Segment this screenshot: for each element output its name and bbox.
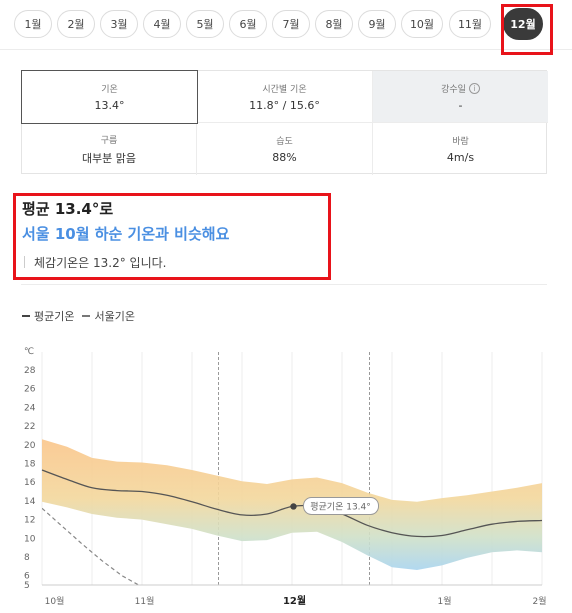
divider [21,284,547,285]
x-tick-label: 10월 [45,595,65,607]
y-tick-label: 26 [24,385,36,395]
x-tick-label: 11월 [135,595,155,607]
weather-stats-grid: 기온 13.4° 시간별 기온 11.8° / 15.6° 강수일 i - 구름… [21,70,548,175]
tab-month-9[interactable]: 9월 [358,10,396,38]
legend-dashed-line-icon [82,315,91,317]
info-icon[interactable]: i [468,82,480,94]
tab-month-5[interactable]: 5월 [186,10,224,38]
y-unit-label: ℃ [24,347,34,357]
y-tick-label: 28 [24,366,36,376]
chart-legend: 평균기온 서울기온 [22,308,135,324]
stat-label-hourly: 시간별 기온 [262,84,307,95]
stat-label-wind: 바람 [452,137,469,147]
legend-avg: 평균기온 [22,308,74,324]
tab-month-6[interactable]: 6월 [229,10,267,38]
stat-label-temperature: 기온 [101,85,118,95]
y-tick-label: 8 [24,553,30,563]
stat-label-rain-text: 강수일 [441,84,466,95]
stat-value-wind: 4m/s [446,151,475,164]
stat-cloud: 구름 대부분 맑음 [22,123,197,175]
legend-seoul-label: 서울기온 [94,310,135,323]
month-tab-bar: 1월 2월 3월 4월 5월 6월 7월 8월 9월 10월 11월 12월 [0,0,572,50]
highlight-summary [13,193,331,280]
tab-month-1[interactable]: 1월 [14,10,52,38]
stat-temperature[interactable]: 기온 13.4° [21,70,198,124]
y-tick-label: 5 [24,581,30,591]
stat-label-humidity: 습도 [276,137,293,147]
legend-solid-line-icon [22,315,30,317]
temperature-chart: 56 8 10 12 14 16 18 20 22 24 26 28 ℃ 10월 11월 12월 1월 2월 평균… [24,347,547,607]
tab-month-4[interactable]: 4월 [143,10,181,38]
x-tick-label: 1월 [437,595,451,607]
tab-month-10[interactable]: 10월 [401,10,443,38]
tab-month-7[interactable]: 7월 [272,10,310,38]
stat-label-rain: 강수일 i [441,82,480,95]
stat-value-hourly: 11.8° / 15.6° [249,98,320,112]
annotation-point [290,503,297,510]
stat-value-rain: - [458,98,463,112]
stat-rain-days[interactable]: 강수일 i - [373,71,548,123]
tab-month-11[interactable]: 11월 [449,10,491,38]
legend-seoul: 서울기온 [82,308,135,324]
y-tick-label: 6 [24,572,30,582]
stat-value-temperature: 13.4° [94,99,125,112]
stat-value-cloud: 대부분 맑음 [81,151,137,165]
stat-wind: 바람 4m/s [373,123,548,175]
legend-avg-label: 평균기온 [34,310,75,323]
stat-humidity: 습도 88% [197,123,373,175]
stat-hourly-temperature[interactable]: 시간별 기온 11.8° / 15.6° [197,71,373,123]
y-tick-label: 22 [24,422,35,432]
highlight-active-month [501,4,553,55]
tab-month-3[interactable]: 3월 [100,10,138,38]
tab-month-8[interactable]: 8월 [315,10,353,38]
stat-label-cloud: 구름 [100,135,118,146]
stat-value-humidity: 88% [272,151,297,164]
y-tick-label: 20 [24,441,36,451]
annotation-label: 평균기온 13.4° [310,501,371,512]
y-tick-label: 16 [24,478,36,488]
x-tick-label: 2월 [532,595,546,607]
y-tick-label: 12 [24,516,35,526]
y-tick-label: 18 [24,459,36,469]
y-tick-label: 14 [24,497,36,507]
y-tick-label: 10 [24,534,36,544]
x-tick-label: 12월 [283,595,306,607]
y-tick-label: 24 [24,403,36,413]
tab-month-2[interactable]: 2월 [57,10,95,38]
